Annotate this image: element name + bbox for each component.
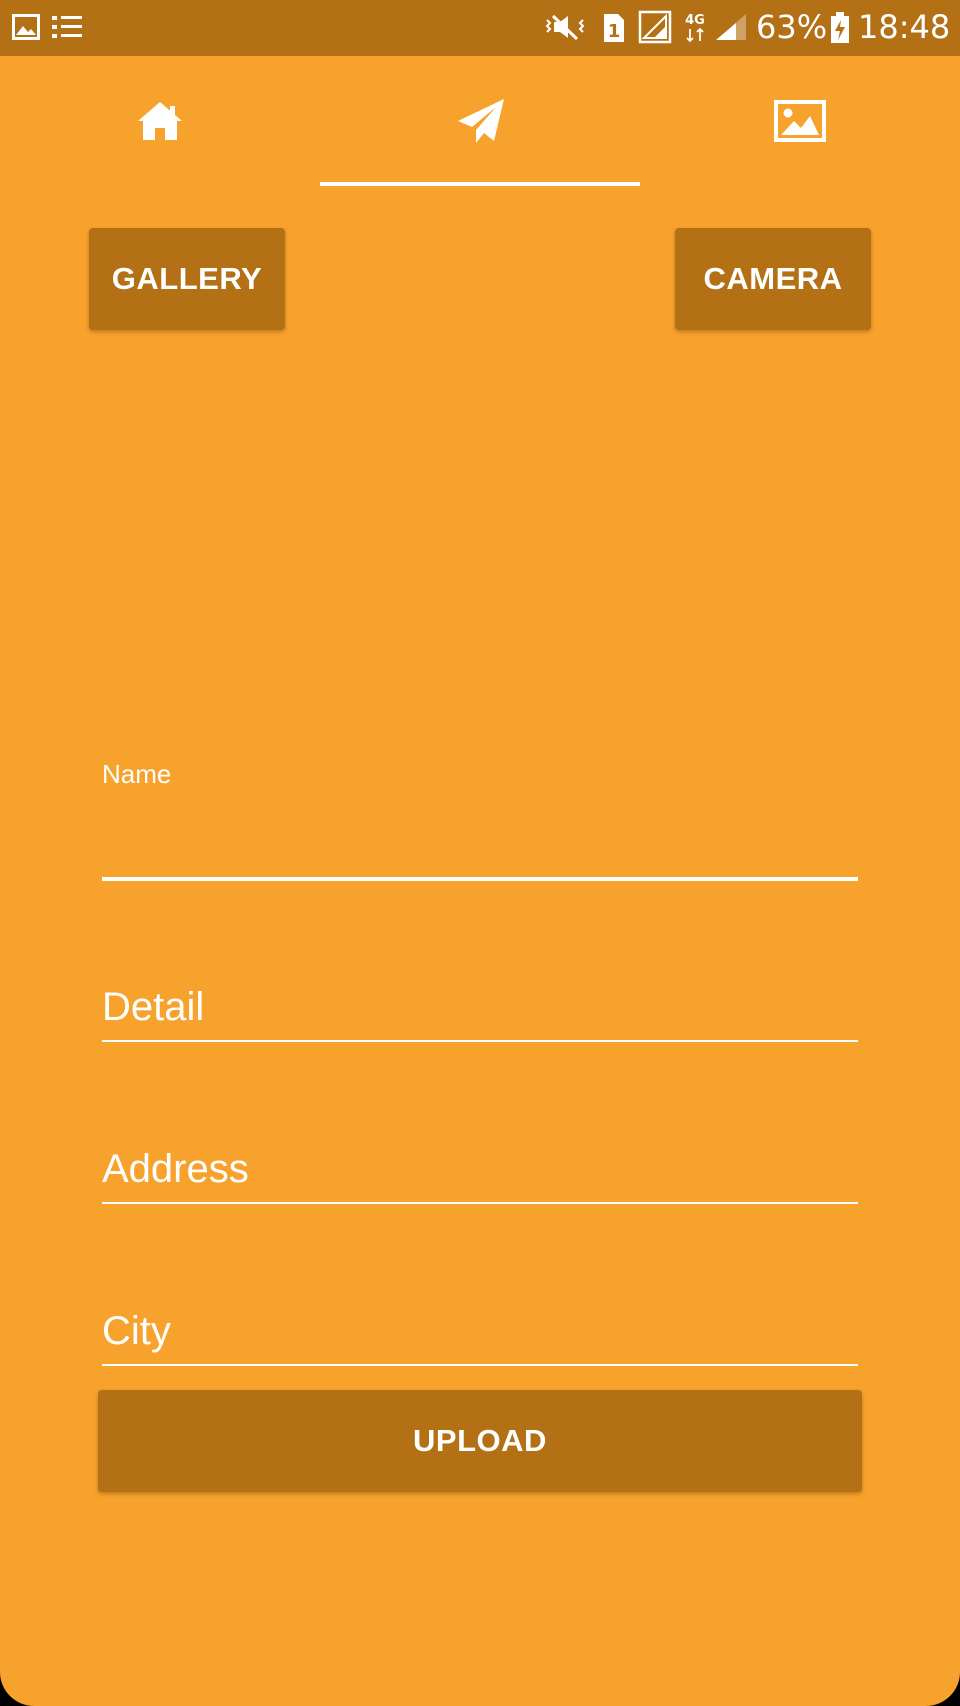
- tab-home[interactable]: [0, 56, 320, 186]
- 4g-icon: 4G: [682, 10, 708, 49]
- clock: 18:48: [858, 8, 951, 46]
- list-icon: [52, 14, 82, 45]
- tab-send[interactable]: [320, 56, 640, 186]
- name-label: Name: [102, 759, 172, 789]
- address-underline: [102, 1202, 858, 1204]
- city-underline: [102, 1364, 858, 1366]
- detail-underline: [102, 1040, 858, 1042]
- name-underline: [102, 877, 858, 881]
- home-icon: [138, 102, 182, 140]
- address-field[interactable]: Address: [102, 1137, 858, 1207]
- signal-icon: [714, 12, 748, 47]
- signal-icon: [638, 10, 672, 49]
- image-icon: [774, 100, 826, 142]
- sim-icon: 1: [602, 12, 626, 49]
- mute-vibrate-icon: [544, 12, 586, 47]
- name-field[interactable]: Name: [102, 755, 858, 885]
- tab-gallery[interactable]: [640, 56, 960, 186]
- detail-placeholder: Detail: [102, 985, 205, 1029]
- svg-text:4G: 4G: [685, 13, 705, 28]
- city-placeholder: City: [102, 1309, 171, 1353]
- tab-indicator: [320, 182, 640, 186]
- address-placeholder: Address: [102, 1147, 249, 1191]
- image-icon: [12, 14, 40, 45]
- paper-plane-icon: [458, 99, 504, 143]
- app-screen: 1 4G 63% 18:48 GALLERY CAMERA Name Detai…: [0, 0, 960, 1706]
- camera-button[interactable]: CAMERA: [675, 228, 871, 330]
- city-field[interactable]: City: [102, 1299, 858, 1369]
- status-bar: 1 4G 63% 18:48: [0, 0, 960, 56]
- battery-charging-icon: [830, 12, 850, 49]
- svg-text:1: 1: [608, 21, 621, 42]
- detail-field[interactable]: Detail: [102, 975, 858, 1045]
- battery-percent: 63%: [756, 8, 828, 46]
- upload-button[interactable]: UPLOAD: [98, 1390, 862, 1492]
- gallery-button[interactable]: GALLERY: [89, 228, 285, 330]
